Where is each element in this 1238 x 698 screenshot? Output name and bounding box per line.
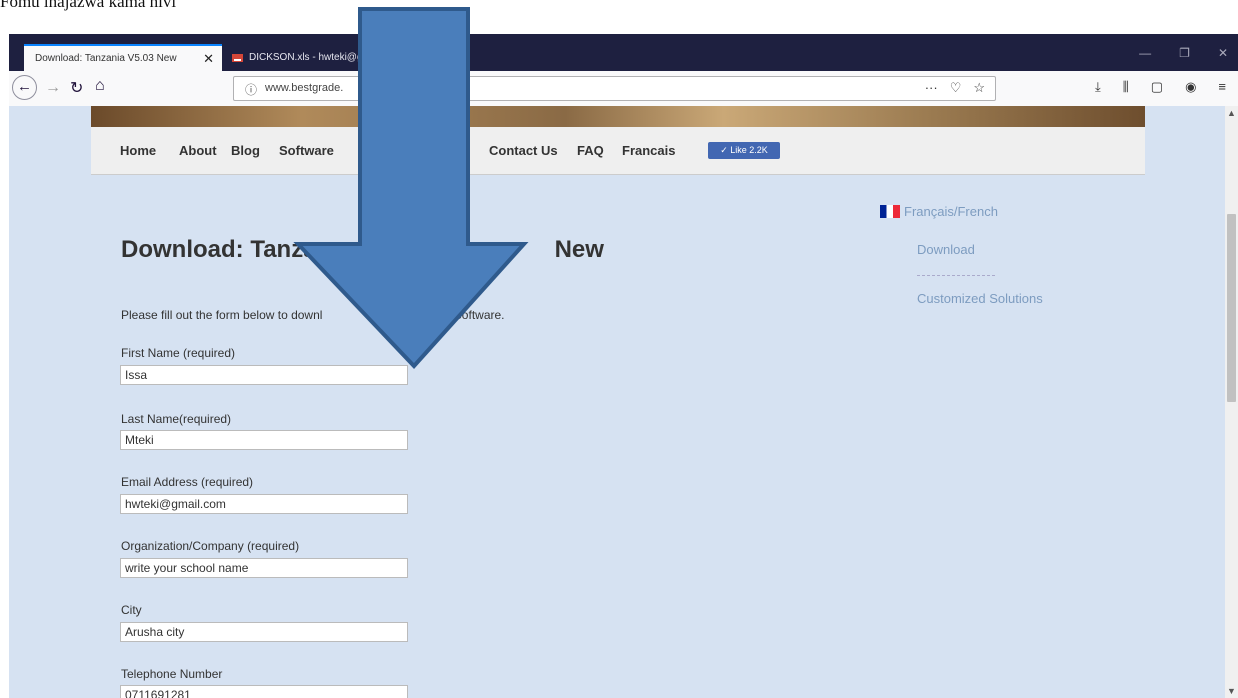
down-arrow-annotation-icon <box>293 7 529 369</box>
